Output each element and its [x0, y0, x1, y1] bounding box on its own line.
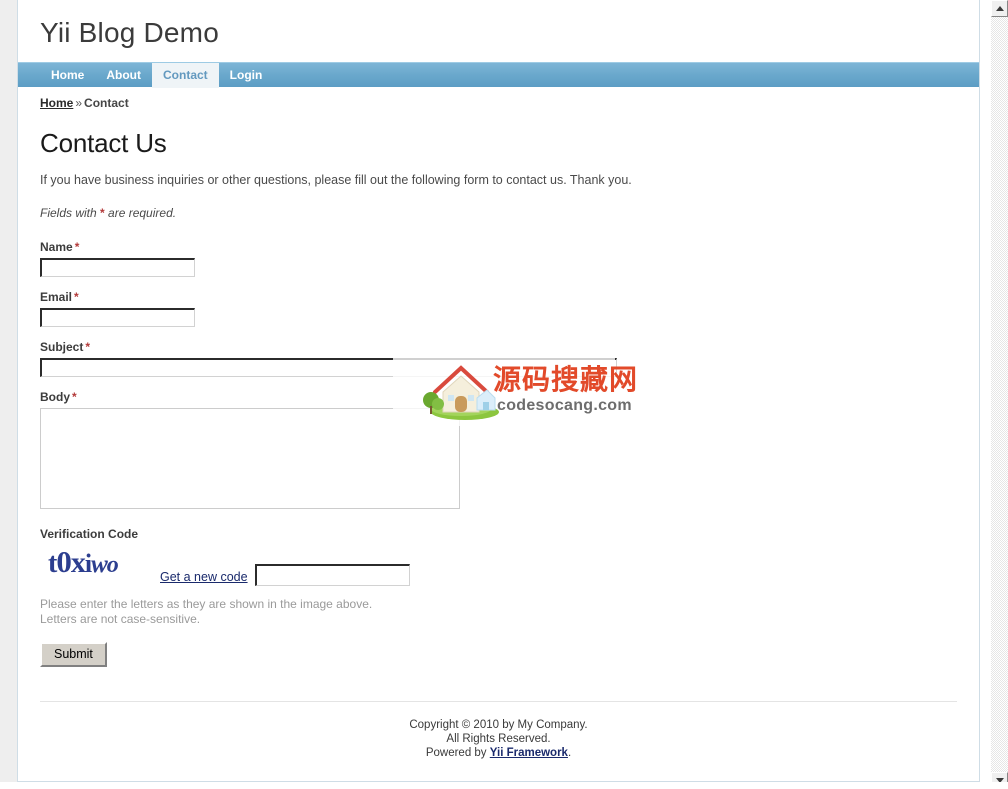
content-area: Contact Us If you have business inquirie… [18, 128, 979, 667]
footer-powered-suffix: . [567, 747, 572, 759]
breadcrumb-separator: » [75, 96, 83, 110]
footer-powered: Powered by Yii Framework. [40, 746, 957, 760]
page-title: Yii Blog Demo [40, 17, 219, 48]
subject-required-asterisk: * [85, 340, 91, 354]
required-note-suffix: are required. [104, 206, 177, 220]
label-subject-text: Subject [40, 340, 84, 354]
contact-form: Name * Email * Subject * Body * Verifica… [40, 240, 957, 667]
form-row-verification: Verification Code t0xiwo Get a new code … [40, 527, 957, 627]
name-required-asterisk: * [74, 240, 80, 254]
refresh-captcha-link[interactable]: Get a new code [160, 570, 248, 584]
captcha-input[interactable] [255, 564, 410, 586]
required-fields-note: Fields with * are required. [40, 206, 957, 220]
form-row-subject: Subject * [40, 340, 957, 377]
breadcrumb-current: Contact [84, 96, 129, 110]
form-row-body: Body * [40, 390, 957, 509]
captcha-area: t0xiwo Get a new code [40, 545, 957, 591]
body-textarea[interactable] [40, 408, 460, 509]
label-body-text: Body [40, 390, 70, 404]
site-header: Yii Blog Demo [18, 0, 979, 62]
required-note-prefix: Fields with [40, 206, 101, 220]
email-required-asterisk: * [74, 290, 79, 304]
breadcrumb-link-home[interactable]: Home [40, 96, 73, 110]
captcha-input-wrapper [255, 564, 410, 586]
captcha-char-2: 0 [56, 544, 71, 579]
form-row-email: Email * [40, 290, 957, 327]
nav-link-contact[interactable]: Contact [152, 63, 219, 88]
nav-list: Home About Contact Login [18, 63, 979, 88]
vertical-scrollbar[interactable] [991, 0, 1008, 789]
label-verification-text: Verification Code [40, 527, 139, 541]
nav-item-home[interactable]: Home [40, 63, 95, 88]
browser-viewport: Yii Blog Demo Home About Contact Login H… [0, 0, 1008, 789]
captcha-char-5: w [91, 551, 108, 578]
captcha-hint-line1: Please enter the letters as they are sho… [40, 597, 373, 611]
name-input[interactable] [40, 258, 195, 277]
body-required-asterisk: * [72, 390, 77, 404]
scroll-up-button[interactable] [991, 0, 1008, 17]
scrollbar-track[interactable] [991, 17, 1008, 772]
nav-link-about[interactable]: About [95, 63, 152, 88]
nav-link-login[interactable]: Login [219, 63, 274, 88]
footer-rights: All Rights Reserved. [446, 733, 551, 745]
nav-link-home[interactable]: Home [40, 63, 95, 88]
nav-item-contact[interactable]: Contact [152, 63, 219, 88]
label-email: Email * [40, 290, 957, 304]
content-heading: Contact Us [40, 128, 167, 158]
nav-item-login[interactable]: Login [219, 63, 274, 88]
page-container: Yii Blog Demo Home About Contact Login H… [17, 0, 980, 782]
label-name-text: Name [40, 240, 73, 254]
site-footer: Copyright © 2010 by My Company. All Righ… [40, 701, 957, 760]
label-subject: Subject * [40, 340, 957, 354]
captcha-image: t0xiwo [48, 544, 156, 580]
form-row-name: Name * [40, 240, 957, 277]
nav-item-about[interactable]: About [95, 63, 152, 88]
footer-copyright: Copyright © 2010 by My Company. [409, 719, 588, 731]
main-navigation: Home About Contact Login [18, 62, 979, 88]
label-email-text: Email [40, 290, 73, 304]
captcha-hint-line2: Letters are not case-sensitive. [40, 612, 201, 626]
captcha-char-6: o [106, 552, 119, 578]
captcha-char-3: x [70, 546, 86, 579]
footer-powered-prefix: Powered by [425, 747, 490, 759]
subject-input[interactable] [40, 358, 617, 377]
yii-framework-link[interactable]: Yii Framework [490, 747, 568, 759]
label-body: Body * [40, 390, 957, 404]
form-row-submit: Submit [40, 642, 957, 667]
bottom-strip [0, 782, 1008, 789]
intro-paragraph: If you have business inquiries or other … [40, 173, 632, 187]
label-verification-code: Verification Code [40, 527, 957, 541]
breadcrumb: Home» Contact [18, 87, 979, 110]
submit-button[interactable]: Submit [40, 642, 107, 667]
label-name: Name * [40, 240, 957, 254]
left-gutter [0, 0, 17, 789]
chevron-up-icon [996, 6, 1004, 11]
email-input[interactable] [40, 308, 195, 327]
captcha-hint: Please enter the letters as they are sho… [40, 597, 957, 627]
